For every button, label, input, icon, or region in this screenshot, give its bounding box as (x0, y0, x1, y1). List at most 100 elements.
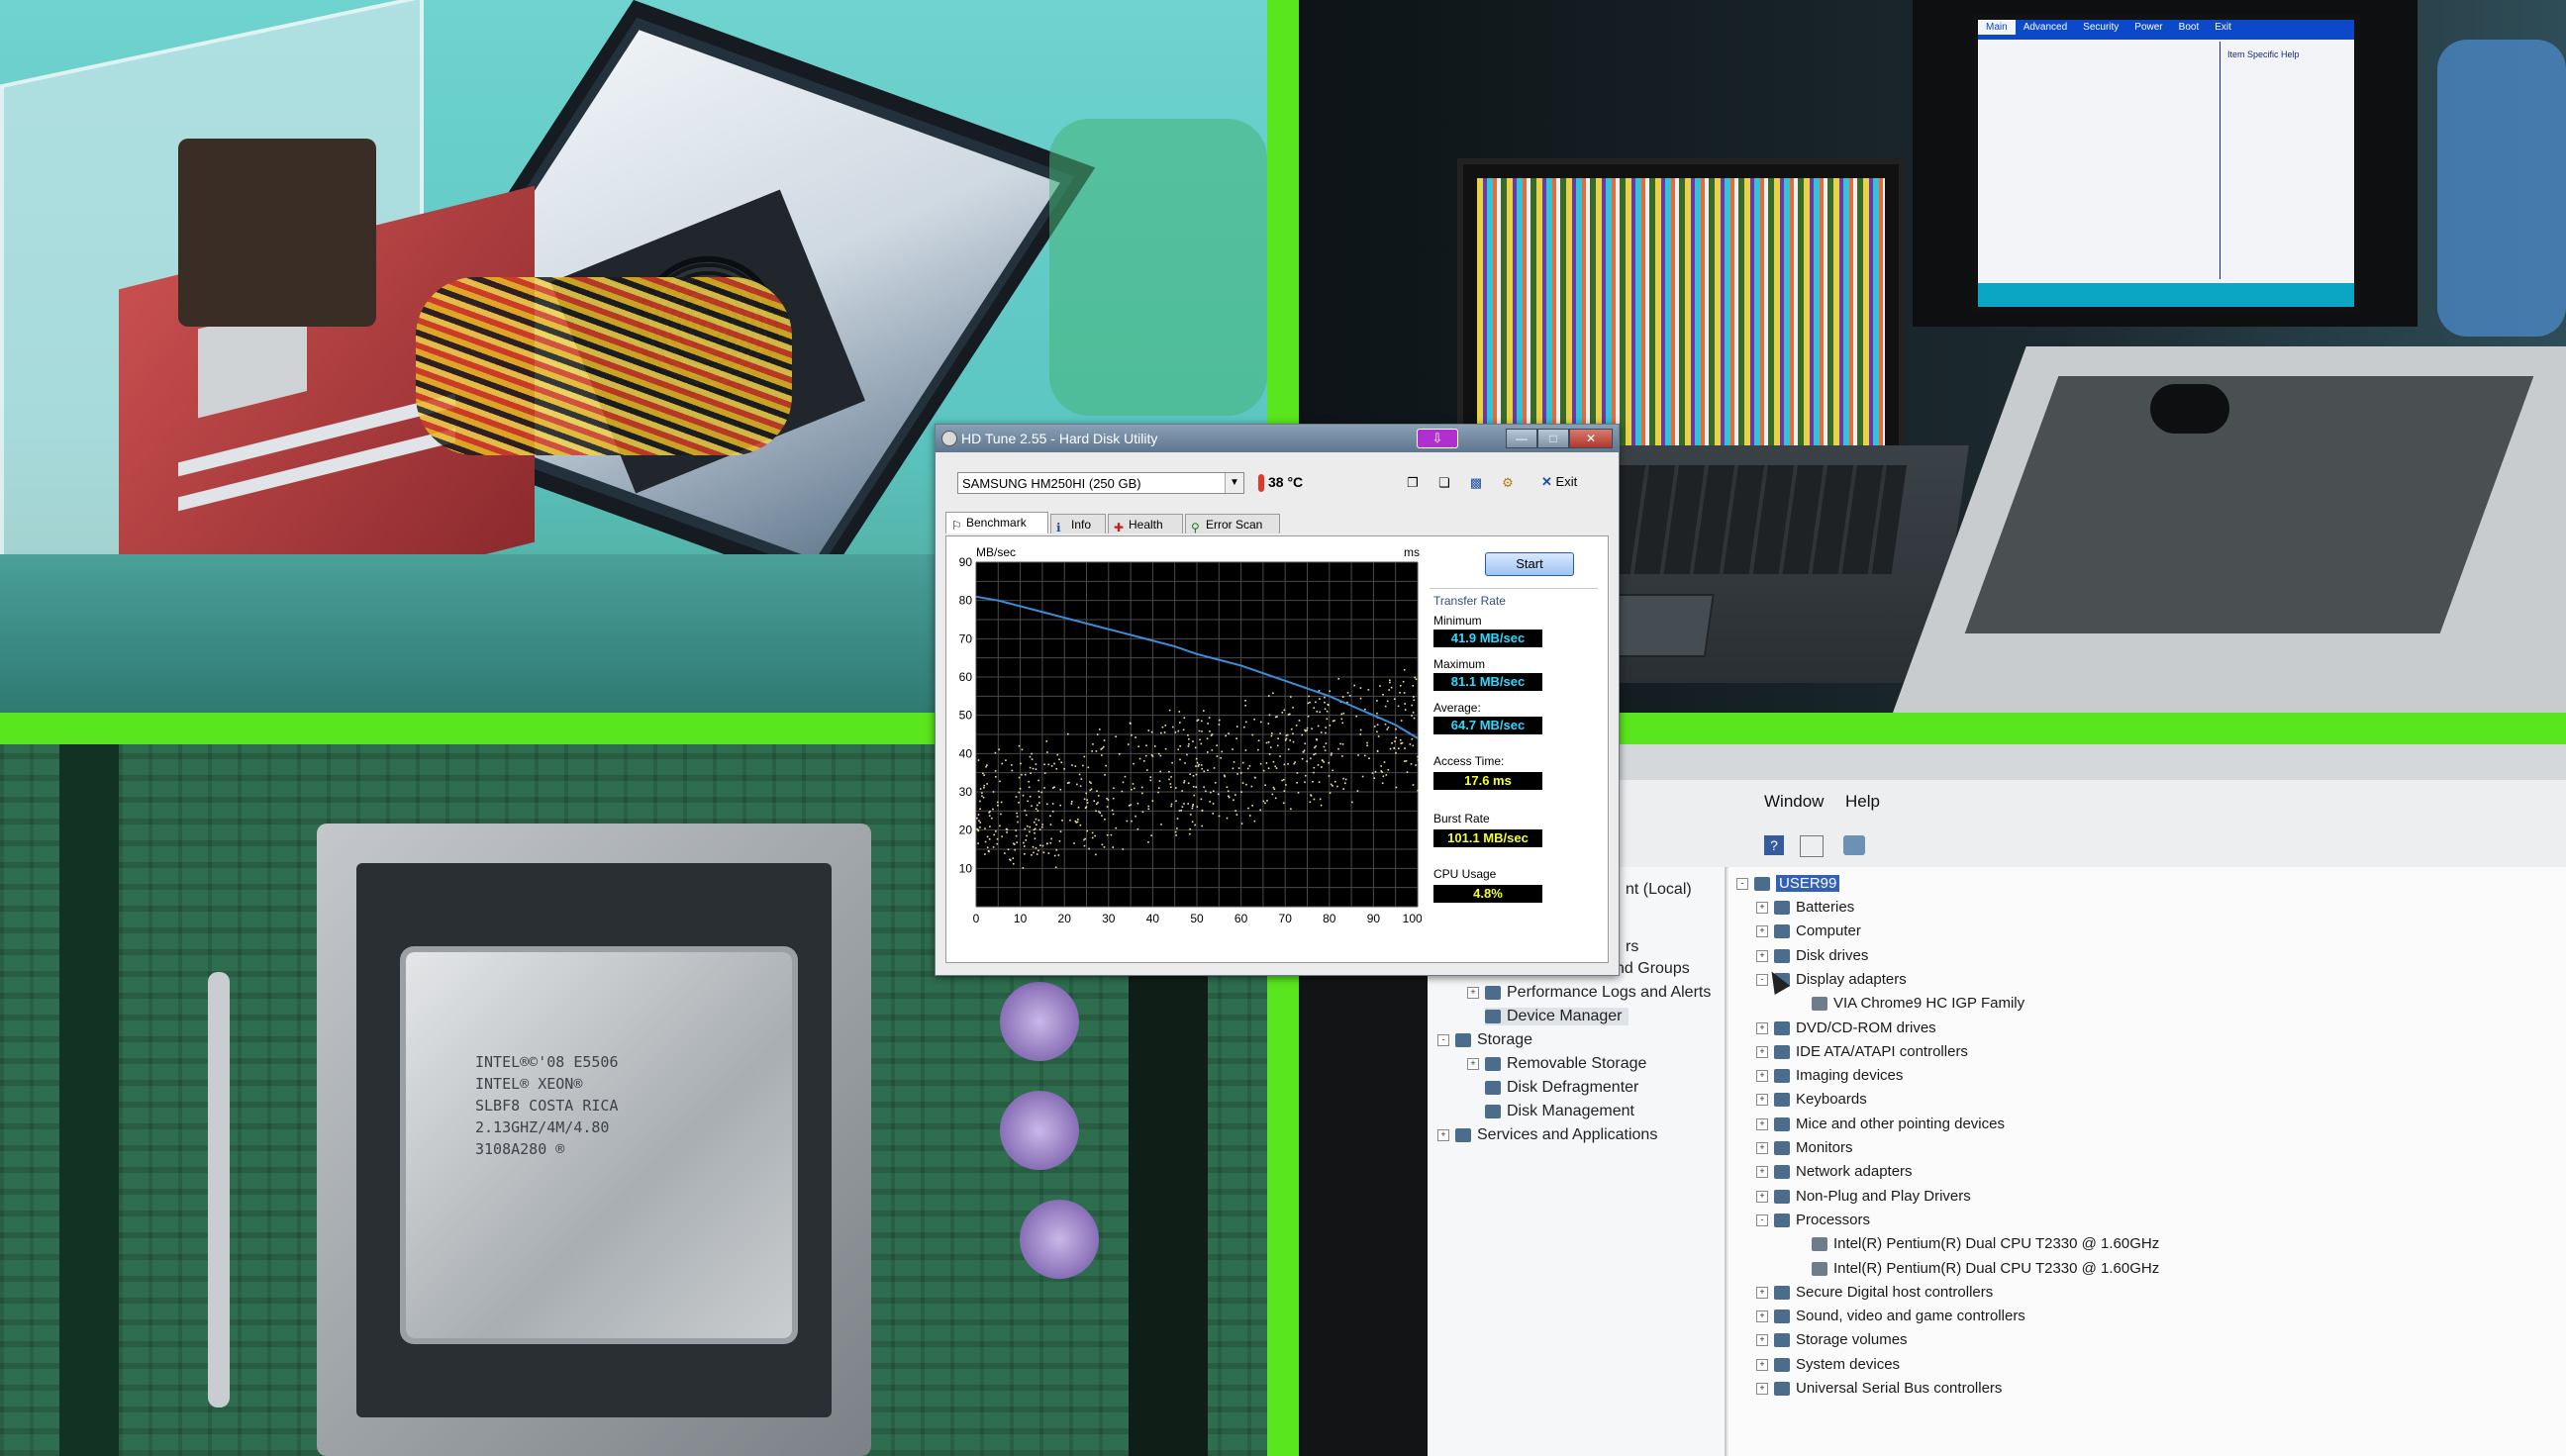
access-point (1147, 840, 1149, 843)
help-icon[interactable]: ? (1764, 835, 1784, 855)
device-category[interactable]: + Storage volumes (1756, 1331, 1908, 1348)
expand-icon[interactable]: + (1756, 1358, 1768, 1371)
device-category[interactable]: + Keyboards (1756, 1091, 1867, 1108)
device-category[interactable]: + Secure Digital host controllers (1756, 1284, 1993, 1301)
device-category[interactable]: + Non-Plug and Play Drivers (1756, 1188, 1971, 1205)
expand-icon[interactable]: + (1756, 902, 1768, 915)
expand-icon[interactable]: + (1437, 1128, 1449, 1141)
access-point (1409, 743, 1412, 745)
device-category[interactable]: + Network adapters (1756, 1163, 1913, 1180)
device-icon (1774, 1141, 1790, 1156)
tab-error-scan[interactable]: ⚲ Error Scan (1185, 514, 1280, 534)
close-button[interactable]: ✕ (1569, 429, 1613, 448)
device-category[interactable]: + Monitors (1756, 1139, 1853, 1156)
access-point (1262, 769, 1265, 772)
access-point (1399, 691, 1401, 694)
access-point (1170, 776, 1172, 778)
chevron-down-icon[interactable]: ▼ (1225, 473, 1243, 493)
options-icon[interactable]: ⚙ (1498, 474, 1518, 492)
drive-select[interactable]: SAMSUNG HM250HI (250 GB) ▼ (957, 472, 1244, 494)
device-item[interactable]: Intel(R) Pentium(R) Dual CPU T2330 @ 1.6… (1812, 1235, 2159, 1252)
menu-help[interactable]: Help (1845, 792, 1880, 812)
device-category[interactable]: + Batteries (1756, 899, 1854, 916)
expand-icon[interactable]: + (1756, 925, 1768, 938)
access-point (1415, 764, 1417, 766)
minimize-button[interactable]: — (1506, 429, 1537, 448)
access-point (1317, 764, 1320, 766)
tree-node-performance-logs[interactable]: + Performance Logs and Alerts (1467, 984, 1711, 1002)
tab-info[interactable]: ℹ Info (1050, 514, 1106, 534)
device-category[interactable]: + Sound, video and game controllers (1756, 1308, 2025, 1324)
expand-icon[interactable]: + (1756, 1166, 1768, 1179)
device-category[interactable]: - Processors (1756, 1212, 1870, 1228)
tree-node-removable-storage[interactable]: + Removable Storage (1467, 1055, 1646, 1073)
expand-icon[interactable]: + (1756, 1045, 1768, 1058)
copy-all-icon[interactable]: ❏ (1434, 474, 1454, 492)
expand-icon[interactable]: + (1756, 1383, 1768, 1396)
device-category[interactable]: + DVD/CD-ROM drives (1756, 1019, 1936, 1036)
save-icon[interactable]: ▩ (1466, 474, 1486, 492)
title-bar[interactable]: HD Tune 2.55 - Hard Disk Utility ⇩ — □ ✕ (936, 425, 1619, 452)
access-point (1399, 738, 1402, 741)
device-category[interactable]: + Disk drives (1756, 947, 1868, 964)
expand-icon[interactable]: + (1467, 1057, 1479, 1070)
expand-icon[interactable]: + (1756, 1070, 1768, 1083)
expand-icon[interactable]: + (1756, 1142, 1768, 1155)
tree-node-services[interactable]: + Services and Applications (1437, 1126, 1657, 1144)
error-scan-icon: ⚲ (1191, 521, 1200, 534)
expand-icon[interactable]: + (1756, 949, 1768, 962)
access-point (1031, 854, 1033, 856)
tree-node[interactable]: nd Groups (1616, 960, 1690, 978)
copy-icon[interactable]: ❐ (1403, 474, 1423, 492)
collapse-icon[interactable]: - (1756, 1213, 1768, 1226)
access-point (1306, 727, 1309, 729)
access-point (1327, 703, 1330, 706)
access-point (1115, 826, 1118, 829)
device-category[interactable]: + Mice and other pointing devices (1756, 1116, 2005, 1132)
tree-node-disk-management[interactable]: Disk Management (1485, 1103, 1634, 1120)
device-label: Disk drives (1796, 946, 1869, 964)
access-point (1130, 723, 1132, 725)
expand-icon[interactable]: + (1756, 1310, 1768, 1323)
access-point (1034, 837, 1036, 840)
tree-root[interactable]: - USER99 (1736, 875, 1840, 892)
start-button[interactable]: Start (1485, 552, 1574, 576)
expand-icon[interactable]: + (1756, 1021, 1768, 1034)
expand-icon[interactable]: + (1756, 1286, 1768, 1299)
collapse-icon[interactable]: - (1736, 878, 1748, 891)
tree-node[interactable]: rs (1626, 938, 1638, 956)
tree-node-storage[interactable]: - Storage (1437, 1031, 1532, 1049)
device-category[interactable]: + System devices (1756, 1356, 1900, 1373)
collapse-icon[interactable]: - (1437, 1033, 1449, 1046)
access-point (1248, 765, 1251, 767)
tab-health[interactable]: ✚ Health (1108, 514, 1183, 534)
exit-button[interactable]: ✕ Exit (1541, 474, 1577, 490)
scan-icon[interactable] (1843, 835, 1865, 855)
device-category[interactable]: + Imaging devices (1756, 1067, 1903, 1084)
expand-icon[interactable]: + (1467, 986, 1479, 999)
properties-icon[interactable] (1800, 835, 1824, 857)
tree-node-device-manager[interactable]: Device Manager (1485, 1008, 1628, 1025)
device-category[interactable]: + Universal Serial Bus controllers (1756, 1380, 2002, 1397)
maximize-button[interactable]: □ (1537, 429, 1569, 448)
device-item[interactable]: Intel(R) Pentium(R) Dual CPU T2330 @ 1.6… (1812, 1260, 2159, 1277)
removable-storage-icon (1485, 1056, 1501, 1071)
expand-icon[interactable]: + (1756, 1117, 1768, 1130)
tab-benchmark[interactable]: ⚐ Benchmark (945, 512, 1048, 534)
expand-icon[interactable]: + (1756, 1190, 1768, 1203)
tree-node-disk-defragmenter[interactable]: Disk Defragmenter (1485, 1079, 1638, 1097)
download-icon[interactable]: ⇩ (1417, 429, 1458, 448)
tree-node[interactable]: nt (Local) (1626, 881, 1692, 899)
device-icon (1774, 1093, 1790, 1108)
y-axis-left-title: MB/sec (976, 545, 1016, 559)
expand-icon[interactable]: + (1756, 1094, 1768, 1107)
y-tick-label: 60 (959, 670, 973, 684)
device-category[interactable]: + IDE ATA/ATAPI controllers (1756, 1043, 1968, 1060)
access-point (1319, 711, 1321, 714)
expand-icon[interactable]: + (1756, 1334, 1768, 1347)
access-point (1283, 709, 1286, 712)
menu-window[interactable]: Window (1764, 792, 1824, 812)
device-item[interactable]: VIA Chrome9 HC IGP Family (1812, 995, 2024, 1012)
device-category[interactable]: + Computer (1756, 922, 1861, 939)
access-point (1289, 739, 1292, 741)
